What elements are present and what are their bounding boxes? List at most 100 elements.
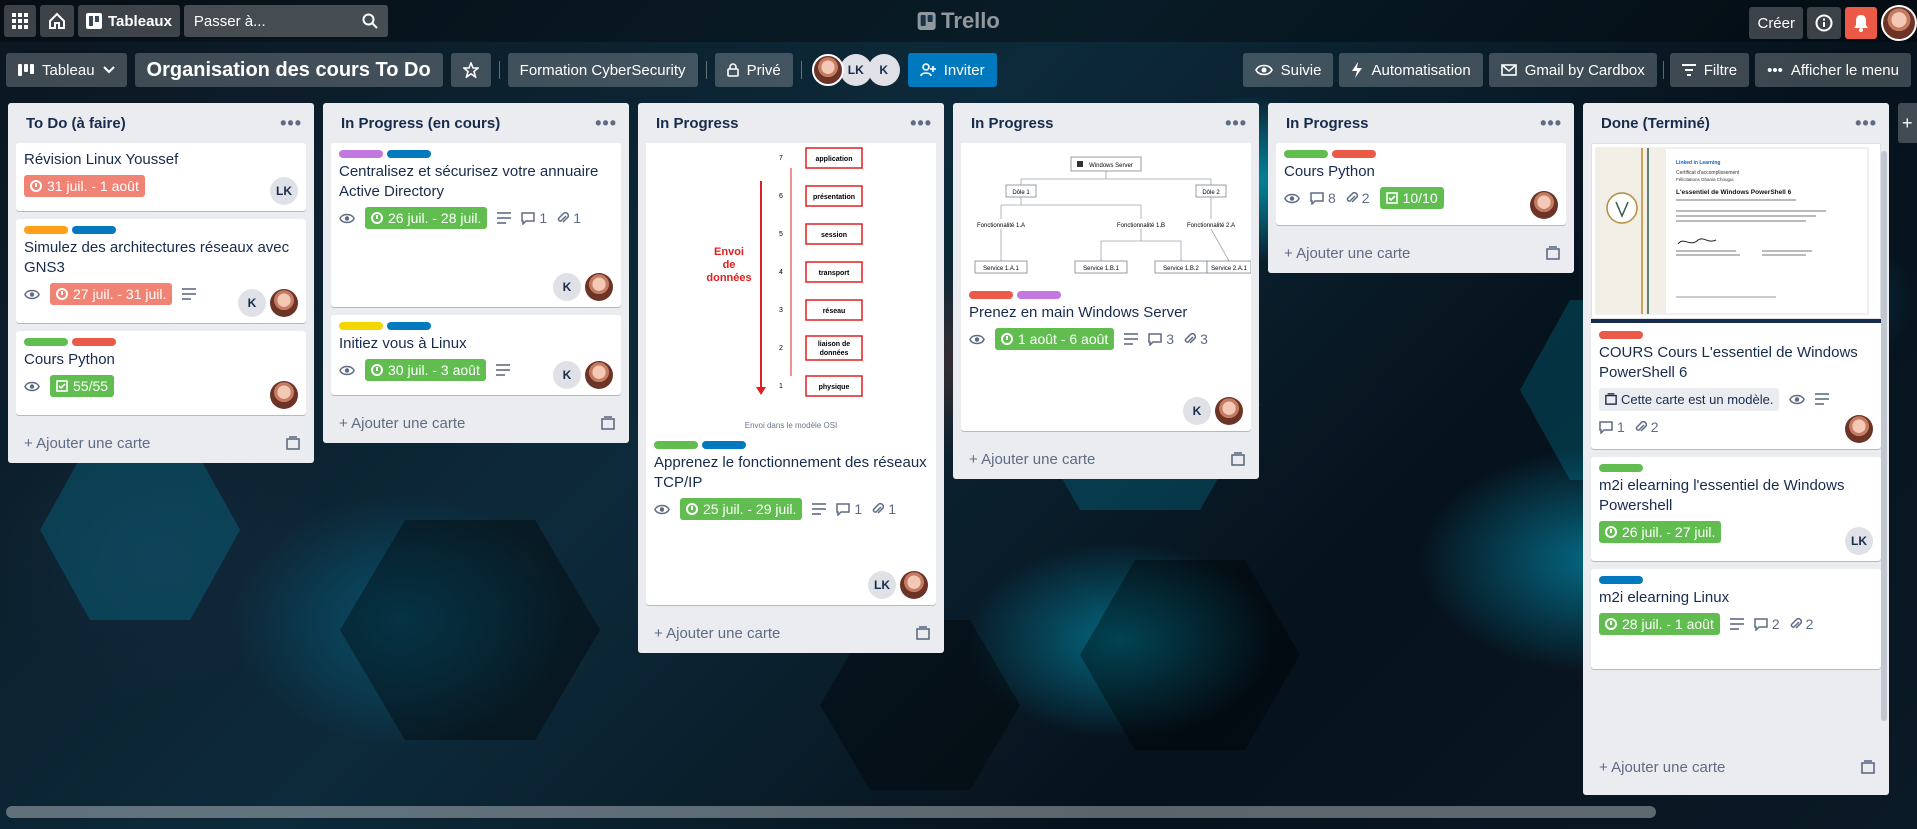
list-header[interactable]: Done (Terminé) •••: [1591, 103, 1881, 143]
member-avatar[interactable]: K: [553, 273, 581, 301]
member-avatar[interactable]: [1530, 191, 1558, 219]
due-date-badge[interactable]: 26 juil. - 27 juil.: [1599, 521, 1722, 543]
due-date-badge[interactable]: 28 juil. - 1 août: [1599, 613, 1720, 635]
member-avatar[interactable]: K: [553, 361, 581, 389]
label-red[interactable]: [969, 291, 1013, 299]
list-header[interactable]: In Progress (en cours) •••: [331, 103, 621, 143]
trello-logo[interactable]: Trello: [917, 8, 1000, 34]
due-date-badge[interactable]: 30 juil. - 3 août: [365, 359, 486, 381]
label-green[interactable]: [1284, 150, 1328, 158]
list-menu-icon[interactable]: •••: [1540, 113, 1562, 134]
board-horizontal-scrollbar[interactable]: [6, 806, 1656, 818]
list-menu-icon[interactable]: •••: [910, 113, 932, 134]
member-avatar[interactable]: [811, 54, 844, 86]
label-yellow[interactable]: [339, 322, 383, 330]
member-avatar[interactable]: LK: [270, 177, 298, 205]
list-menu-icon[interactable]: •••: [595, 113, 617, 134]
card[interactable]: Initiez vous à Linux 30 juil. - 3 août K: [331, 315, 621, 395]
member-avatar[interactable]: [585, 273, 613, 301]
card[interactable]: Envoi de données 7 application 6 présentatio…: [646, 143, 936, 605]
card[interactable]: m2i elearning Linux 28 juil. - 1 août 2 …: [1591, 569, 1881, 669]
checklist-badge[interactable]: 55/55: [50, 375, 115, 397]
member-avatar[interactable]: K: [1183, 397, 1211, 425]
user-avatar[interactable]: [1881, 5, 1917, 41]
due-date-badge[interactable]: 1 août - 6 août: [995, 328, 1115, 350]
card-template-icon[interactable]: [1861, 760, 1875, 774]
label-purple[interactable]: [339, 150, 383, 158]
member-avatar[interactable]: LK: [868, 571, 896, 599]
label-blue[interactable]: [387, 322, 431, 330]
board-view-switcher[interactable]: Tableau: [6, 53, 127, 87]
card[interactable]: Révision Linux Youssef 31 juil. - 1 août…: [16, 143, 306, 211]
notifications-button[interactable]: [1845, 7, 1877, 39]
due-date-badge[interactable]: 31 juil. - 1 août: [24, 175, 145, 197]
list-menu-icon[interactable]: •••: [280, 113, 302, 134]
list-title[interactable]: Done (Terminé): [1601, 115, 1710, 132]
gmail-powerup-button[interactable]: Gmail by Cardbox: [1488, 53, 1657, 87]
list-header[interactable]: In Progress •••: [646, 103, 936, 143]
member-avatar[interactable]: [1845, 415, 1873, 443]
label-orange[interactable]: [24, 226, 68, 234]
search-box[interactable]: [183, 5, 388, 37]
card[interactable]: Centralisez et sécurisez votre annuaire …: [331, 143, 621, 307]
due-date-badge[interactable]: 26 juil. - 28 juil.: [365, 207, 488, 229]
label-green[interactable]: [24, 338, 68, 346]
member-avatar[interactable]: [270, 381, 298, 409]
card-template-icon[interactable]: [286, 436, 300, 450]
card[interactable]: m2i elearning l'essentiel de Windows Pow…: [1591, 457, 1881, 561]
due-date-badge[interactable]: 25 juil. - 29 juil.: [680, 498, 803, 520]
label-red[interactable]: [1332, 150, 1376, 158]
apps-grid-button[interactable]: [4, 5, 36, 37]
list-title[interactable]: In Progress (en cours): [341, 115, 500, 132]
create-button[interactable]: Créer: [1749, 7, 1803, 39]
label-blue[interactable]: [702, 441, 746, 449]
add-card-button[interactable]: + Ajouter une carte: [16, 423, 306, 463]
invite-button[interactable]: Inviter: [907, 53, 997, 87]
label-green[interactable]: [1599, 464, 1643, 472]
add-card-button[interactable]: + Ajouter une carte: [331, 403, 621, 443]
list-menu-icon[interactable]: •••: [1225, 113, 1247, 134]
add-card-button[interactable]: + Ajouter une carte: [961, 439, 1251, 479]
search-input[interactable]: [193, 12, 354, 30]
list-title[interactable]: In Progress: [656, 115, 739, 132]
label-red[interactable]: [72, 338, 116, 346]
add-list-button[interactable]: +: [1898, 103, 1917, 143]
list-header[interactable]: To Do (à faire) •••: [16, 103, 306, 143]
star-button[interactable]: [450, 53, 491, 87]
card-template-icon[interactable]: [601, 416, 615, 430]
label-blue[interactable]: [1599, 576, 1643, 584]
card-template-icon[interactable]: [916, 626, 930, 640]
card[interactable]: Cours Python 8 2 10/10: [1276, 143, 1566, 225]
checklist-badge[interactable]: 10/10: [1379, 187, 1444, 209]
member-avatar[interactable]: [585, 361, 613, 389]
card-template-icon[interactable]: [1546, 246, 1560, 260]
label-blue[interactable]: [72, 226, 116, 234]
add-card-button[interactable]: + Ajouter une carte: [1276, 233, 1566, 273]
list-scrollbar[interactable]: [1881, 151, 1887, 721]
board-title[interactable]: Organisation des cours To Do: [134, 53, 443, 87]
member-avatar[interactable]: [270, 289, 298, 317]
list-menu-icon[interactable]: •••: [1855, 113, 1877, 134]
member-avatar[interactable]: LK: [839, 54, 872, 86]
info-button[interactable]: [1807, 7, 1841, 39]
label-green[interactable]: [654, 441, 698, 449]
member-avatar[interactable]: K: [867, 54, 900, 86]
label-blue[interactable]: [387, 150, 431, 158]
add-card-button[interactable]: + Ajouter une carte: [646, 613, 936, 653]
workspace-button[interactable]: Formation CyberSecurity: [507, 53, 698, 87]
member-avatar[interactable]: LK: [1845, 527, 1873, 555]
automation-button[interactable]: Automatisation: [1339, 53, 1483, 87]
list-title[interactable]: In Progress: [971, 115, 1054, 132]
card-template-icon[interactable]: [1231, 452, 1245, 466]
home-button[interactable]: [40, 5, 74, 37]
add-card-button[interactable]: + Ajouter une carte: [1591, 747, 1881, 787]
visibility-button[interactable]: Privé: [714, 53, 793, 87]
list-title[interactable]: In Progress: [1286, 115, 1369, 132]
label-red[interactable]: [1599, 331, 1643, 339]
card[interactable]: Linked in Learning Certificat d'accompli…: [1591, 143, 1881, 449]
member-avatar[interactable]: [1215, 397, 1243, 425]
label-purple[interactable]: [1017, 291, 1061, 299]
list-header[interactable]: In Progress •••: [961, 103, 1251, 143]
card[interactable]: Windows Server Dôle 1 Dôle 2 Fonctionnal…: [961, 143, 1252, 431]
member-avatar[interactable]: K: [238, 289, 266, 317]
